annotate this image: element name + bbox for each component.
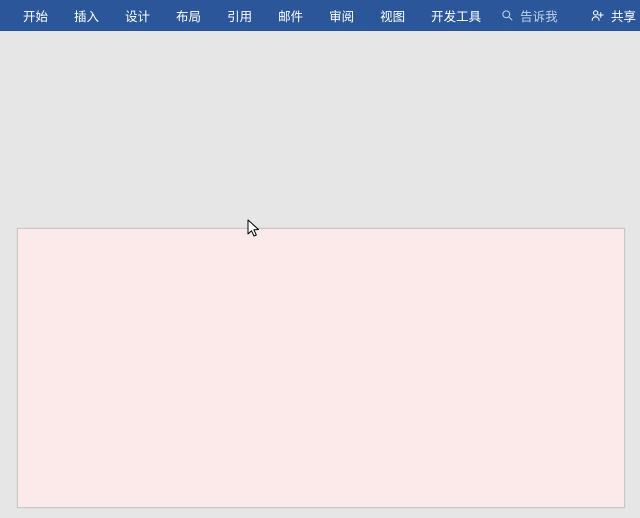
ribbon-tabs: 开始 插入 设计 布局 引用 邮件 审阅 视图 开发工具 告诉我 <box>0 0 568 31</box>
tab-mailings[interactable]: 邮件 <box>265 0 316 31</box>
document-workspace <box>0 31 640 518</box>
document-page[interactable] <box>17 228 625 508</box>
tell-me-placeholder: 告诉我 <box>520 6 558 25</box>
search-icon <box>500 9 514 23</box>
tab-layout[interactable]: 布局 <box>163 0 214 31</box>
tab-design[interactable]: 设计 <box>112 0 163 31</box>
share-label: 共享 <box>611 6 636 25</box>
tab-review[interactable]: 审阅 <box>316 0 367 31</box>
tab-view[interactable]: 视图 <box>367 0 418 31</box>
tab-insert[interactable]: 插入 <box>61 0 112 31</box>
share-button[interactable]: 共享 <box>582 0 640 31</box>
tab-references[interactable]: 引用 <box>214 0 265 31</box>
tab-developer[interactable]: 开发工具 <box>418 0 494 31</box>
ribbon-tab-bar: 开始 插入 设计 布局 引用 邮件 审阅 视图 开发工具 告诉我 <box>0 0 640 31</box>
tell-me-search[interactable]: 告诉我 <box>494 0 568 31</box>
share-icon <box>590 8 606 24</box>
tab-home[interactable]: 开始 <box>10 0 61 31</box>
